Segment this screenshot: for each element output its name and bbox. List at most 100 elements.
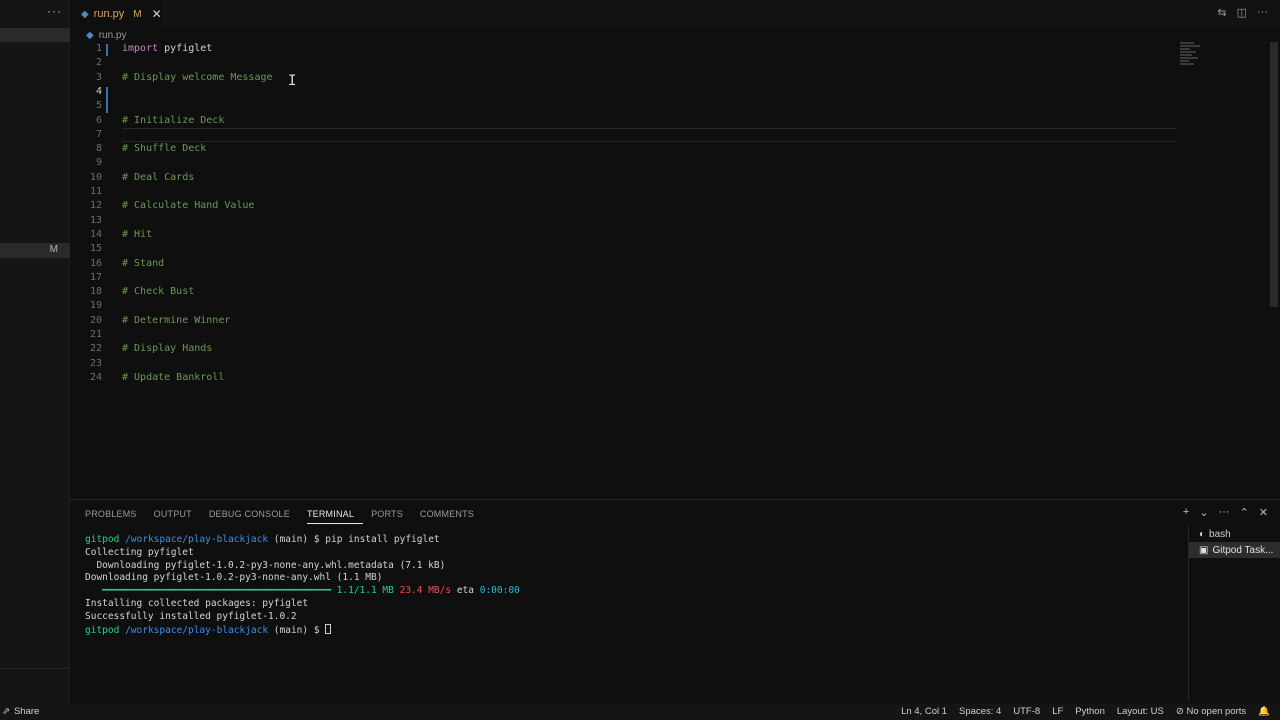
terminal-prompt: gitpod /workspace/play-blackjack (main) … bbox=[85, 623, 1185, 638]
code-editor[interactable]: I 1 import pyfiglet 2 3 # Display welcome Me… bbox=[70, 42, 1270, 497]
tab-output[interactable]: OUTPUT bbox=[154, 508, 201, 524]
tab-debug-console[interactable]: DEBUG CONSOLE bbox=[209, 508, 299, 524]
language-mode[interactable]: Python bbox=[1075, 706, 1105, 717]
tab-comments[interactable]: COMMENTS bbox=[420, 508, 483, 524]
tab-ports[interactable]: PORTS bbox=[371, 508, 412, 524]
maximize-panel-icon[interactable]: ⌃ bbox=[1240, 506, 1249, 519]
code-line[interactable]: 1 import pyfiglet bbox=[70, 43, 1180, 57]
code-line[interactable]: 21 bbox=[70, 329, 1180, 343]
bash-icon: ◐ bbox=[1199, 528, 1206, 540]
code-line[interactable]: 3 # Display welcome Message bbox=[70, 72, 1180, 86]
tab-modified-indicator: M bbox=[133, 8, 142, 20]
status-right: Ln 4, Col 1 Spaces: 4 UTF-8 LF Python La… bbox=[901, 706, 1270, 717]
explorer-sidebar: ··· M bbox=[0, 0, 70, 704]
terminal-item-bash[interactable]: ◐ bash bbox=[1189, 526, 1280, 542]
terminal-progress-line: ━━━━━━━━━━━━━━━━━━━━━━━━━━━━━━━━━━━━━━━━… bbox=[85, 585, 520, 597]
more-actions-icon[interactable]: ··· bbox=[1219, 506, 1230, 519]
code-line[interactable]: 12 # Calculate Hand Value bbox=[70, 200, 1180, 214]
panel-actions: + ⌄ ··· ⌃ ✕ bbox=[1183, 506, 1268, 519]
line-number: 10 bbox=[89, 171, 102, 183]
code-line[interactable]: 20 # Determine Winner bbox=[70, 315, 1180, 329]
line-number: 1 bbox=[95, 43, 102, 54]
breadcrumb[interactable]: ◆ run.py bbox=[86, 28, 127, 42]
end-of-line[interactable]: LF bbox=[1052, 706, 1063, 717]
indentation[interactable]: Spaces: 4 bbox=[959, 706, 1001, 717]
panel-tabs: PROBLEMS OUTPUT DEBUG CONSOLE TERMINAL PORTS… bbox=[85, 508, 491, 524]
bell-icon[interactable]: 🔔 bbox=[1258, 706, 1270, 717]
compare-changes-icon[interactable]: ⇆ bbox=[1217, 6, 1226, 19]
code-line[interactable]: 19 bbox=[70, 300, 1180, 314]
line-number: 13 bbox=[89, 214, 102, 226]
code-line[interactable]: 24 # Update Bankroll bbox=[70, 372, 1180, 386]
line-number: 3 bbox=[95, 71, 102, 83]
code-line[interactable]: 4 bbox=[70, 86, 1180, 100]
more-actions-icon[interactable]: ··· bbox=[47, 4, 62, 18]
code-line[interactable]: 7 bbox=[70, 129, 1180, 143]
terminal-cursor bbox=[325, 623, 332, 634]
line-number: 19 bbox=[89, 300, 102, 312]
line-number: 2 bbox=[95, 57, 102, 69]
more-editor-actions-icon[interactable]: ··· bbox=[1257, 6, 1268, 19]
line-number: 20 bbox=[89, 314, 102, 326]
terminal-list: ◐ bash ▣ Gitpod Task... bbox=[1188, 526, 1280, 701]
code-line[interactable]: 13 bbox=[70, 215, 1180, 229]
cursor-position[interactable]: Ln 4, Col 1 bbox=[901, 706, 947, 717]
code-line[interactable]: 15 bbox=[70, 243, 1180, 257]
code-line[interactable]: 5 bbox=[70, 100, 1180, 114]
no-ports-icon: ⊘ bbox=[1175, 706, 1184, 717]
sidebar-modified-file-row[interactable]: M bbox=[0, 243, 70, 258]
modified-badge: M bbox=[49, 244, 58, 255]
code-line[interactable]: 18 # Check Bust bbox=[70, 286, 1180, 300]
code-line[interactable]: 14 # Hit bbox=[70, 229, 1180, 243]
code-line[interactable]: 9 bbox=[70, 157, 1180, 171]
terminal-item-gitpod-task[interactable]: ▣ Gitpod Task... bbox=[1189, 542, 1280, 558]
code-line[interactable]: 11 bbox=[70, 186, 1180, 200]
code-text: import pyfiglet bbox=[122, 43, 213, 54]
sidebar-selected-row[interactable] bbox=[0, 28, 70, 42]
line-number: 23 bbox=[89, 357, 102, 369]
code-line[interactable]: 8 # Shuffle Deck bbox=[70, 143, 1180, 157]
line-number: 4 bbox=[95, 85, 102, 97]
close-panel-icon[interactable]: ✕ bbox=[1259, 506, 1268, 519]
code-line[interactable]: 23 bbox=[70, 358, 1180, 372]
code-line[interactable]: 10 # Deal Cards bbox=[70, 172, 1180, 186]
code-line[interactable]: 16 # Stand bbox=[70, 258, 1180, 272]
tab-close-icon[interactable]: ✕ bbox=[152, 7, 162, 21]
tab-filename: run.py bbox=[93, 8, 125, 20]
git-change-marker[interactable] bbox=[106, 44, 108, 57]
terminal-line: Successfully installed pyfiglet-1.0.2 bbox=[85, 610, 297, 622]
keyboard-layout[interactable]: Layout: US bbox=[1117, 706, 1164, 717]
line-number: 24 bbox=[89, 371, 102, 383]
chevron-down-icon[interactable]: ⌄ bbox=[1199, 506, 1208, 519]
code-text: # Hit bbox=[122, 228, 153, 240]
code-text: # Stand bbox=[122, 257, 165, 269]
python-file-icon: ◆ bbox=[86, 29, 94, 41]
code-line[interactable]: 22 # Display Hands bbox=[70, 343, 1180, 357]
minimap[interactable] bbox=[1180, 42, 1210, 82]
terminal-line: gitpod /workspace/play-blackjack (main) … bbox=[85, 534, 440, 545]
editor-scrollbar[interactable] bbox=[1270, 42, 1278, 307]
code-line[interactable]: 6 # Initialize Deck bbox=[70, 115, 1180, 129]
editor-tab-bar: ◆ run.py M ✕ ⇆ ◫ ··· bbox=[70, 0, 1280, 27]
encoding[interactable]: UTF-8 bbox=[1013, 706, 1040, 717]
code-line[interactable]: 2 bbox=[70, 57, 1180, 71]
line-number: 6 bbox=[95, 114, 102, 126]
line-number: 5 bbox=[95, 100, 102, 112]
line-number: 16 bbox=[89, 257, 102, 269]
editor-actions: ⇆ ◫ ··· bbox=[1217, 6, 1268, 19]
sidebar-divider bbox=[0, 668, 70, 669]
split-editor-icon[interactable]: ◫ bbox=[1237, 6, 1247, 19]
git-change-marker[interactable] bbox=[106, 86, 108, 114]
share-button[interactable]: Share bbox=[14, 706, 39, 717]
breadcrumb-file[interactable]: run.py bbox=[99, 30, 127, 41]
tab-run-py[interactable]: ◆ run.py M ✕ bbox=[70, 0, 162, 27]
terminal-output[interactable]: gitpod /workspace/play-blackjack (main) … bbox=[85, 534, 1185, 637]
terminal-line: Downloading pyfiglet-1.0.2-py3-none-any.… bbox=[85, 559, 446, 571]
tab-problems[interactable]: PROBLEMS bbox=[85, 508, 146, 524]
ports-status[interactable]: ⊘ No open ports bbox=[1176, 706, 1246, 717]
code-text: # Determine Winner bbox=[122, 314, 231, 326]
terminal-line: Installing collected packages: pyfiglet bbox=[85, 597, 309, 609]
code-line[interactable]: 17 bbox=[70, 272, 1180, 286]
new-terminal-icon[interactable]: + bbox=[1183, 506, 1189, 519]
tab-terminal[interactable]: TERMINAL bbox=[306, 508, 364, 524]
